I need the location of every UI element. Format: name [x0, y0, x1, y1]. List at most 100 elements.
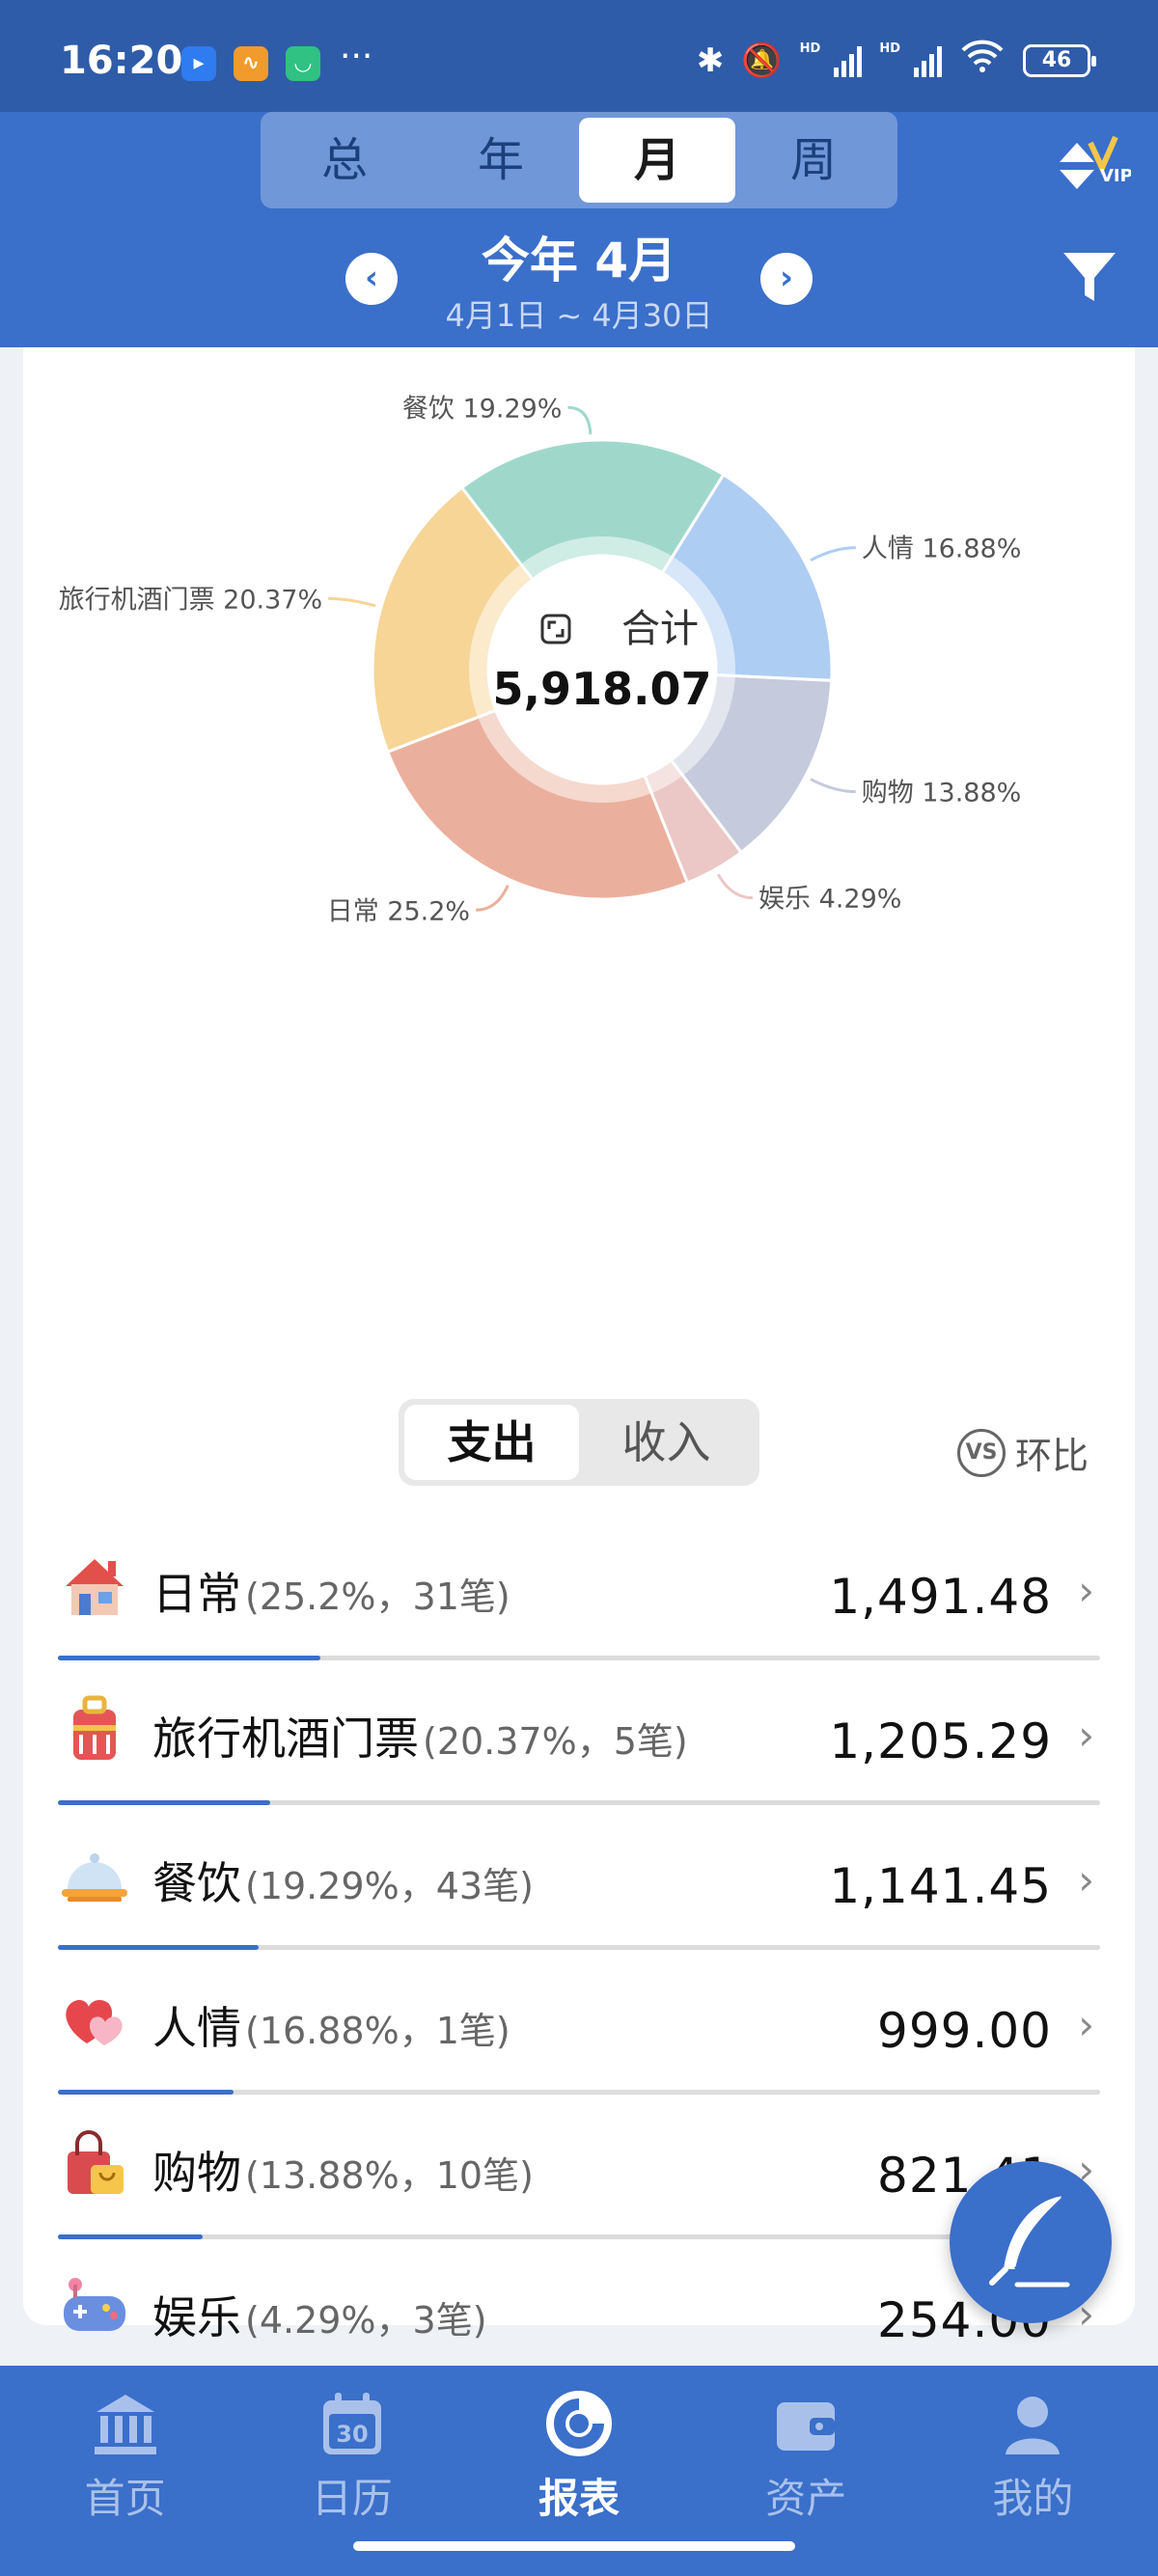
category-share-fill	[58, 2090, 234, 2095]
category-share-fill	[58, 1800, 270, 1805]
header: 16:20 ▸ ∿ ◡ ··· ✱ 🔕 HD HD 46 总 年 月 周 VIP	[0, 0, 1158, 347]
nav-assets-label: 资产	[765, 2475, 847, 2522]
category-share-fill	[58, 1945, 260, 1950]
category-share-bar	[58, 2090, 1100, 2095]
notification-app-icon: ∿	[234, 46, 268, 81]
category-donut-chart[interactable]: 旅行机酒门票 20.37% 餐饮 19.29% 人情 16.88% 购物 13.88%…	[23, 347, 1158, 1003]
hd-label: HD	[879, 41, 900, 56]
category-share-fill	[58, 2234, 203, 2239]
hd-label: HD	[799, 41, 821, 56]
period-range: 4月1日 ~ 4月30日	[445, 297, 713, 334]
donut-slice-label: 餐饮 19.29%	[402, 394, 563, 424]
donut-leader-line	[810, 546, 856, 562]
category-share-bar	[58, 2234, 1100, 2239]
donut-slice-label: 旅行机酒门票 20.37%	[59, 585, 323, 615]
category-row[interactable]: 日常 (25.2%，31笔) 1,491.48 ›	[58, 1534, 1100, 1679]
compare-button[interactable]: VS 环比	[957, 1426, 1089, 1479]
category-name: 旅行机酒门票	[152, 1713, 419, 1765]
category-name: 购物	[152, 2147, 241, 2199]
tab-year[interactable]: 年	[423, 118, 579, 203]
battery-icon: 46	[1023, 43, 1096, 77]
hearts-icon	[58, 1982, 131, 2055]
signal-icon	[834, 44, 863, 77]
quill-icon	[989, 2195, 1070, 2288]
chevron-right-icon: ›	[1078, 1856, 1094, 1904]
category-row[interactable]: 购物 (13.88%，10笔) 821.41 ›	[58, 2113, 1100, 2258]
tab-month[interactable]: 月	[579, 118, 735, 203]
category-meta: (19.29%，43笔)	[245, 1865, 534, 1907]
next-period-button[interactable]: ›	[760, 253, 813, 305]
income-tab[interactable]: 收入	[579, 1405, 754, 1480]
mute-icon: 🔕	[741, 41, 783, 80]
add-record-button[interactable]	[950, 2161, 1112, 2323]
nav-home-label: 首页	[84, 2475, 166, 2522]
wallet-icon	[777, 2402, 836, 2451]
calendar-icon: 30	[322, 2393, 381, 2454]
category-amount: 1,141.45	[829, 1858, 1052, 1914]
chevron-right-icon: ›	[779, 259, 793, 297]
signal-icon	[914, 44, 942, 77]
category-row[interactable]: 人情 (16.88%，1笔) 999.00 ›	[58, 1968, 1100, 2113]
notification-app-icon: ◡	[286, 46, 320, 81]
vip-label: VIP	[1100, 166, 1131, 186]
category-share-fill	[58, 1656, 321, 1660]
category-name: 娱乐	[152, 2291, 241, 2343]
donut-slice-label: 娱乐 4.29%	[758, 885, 901, 915]
nav-calendar-label: 日历	[311, 2475, 393, 2522]
category-name: 日常	[152, 1568, 241, 1620]
expense-income-toggle: 支出 收入	[399, 1399, 759, 1486]
house-icon	[58, 1548, 131, 1621]
category-row[interactable]: 旅行机酒门票 (20.37%，5笔) 1,205.29 ›	[58, 1679, 1100, 1823]
vip-icon[interactable]: VIP	[1054, 133, 1133, 201]
user-icon	[1006, 2397, 1061, 2454]
donut-leader-line	[476, 884, 510, 912]
nav-home[interactable]: 首页	[12, 2366, 238, 2576]
nav-profile[interactable]: 我的	[920, 2366, 1146, 2576]
category-meta: (25.2%，31笔)	[245, 1576, 510, 1618]
period-tabs: 总 年 月 周	[261, 112, 897, 208]
tab-week[interactable]: 周	[735, 118, 892, 203]
donut-leader-line	[328, 596, 376, 608]
donut-slice-label: 购物 13.88%	[862, 779, 1022, 808]
category-share-bar	[58, 1945, 1100, 1950]
expense-tab[interactable]: 支出	[404, 1405, 579, 1480]
filter-icon[interactable]	[1060, 247, 1119, 307]
donut-slice-label: 日常 25.2%	[327, 896, 470, 926]
category-name: 人情	[152, 2002, 241, 2054]
category-meta: (13.88%，10笔)	[245, 2154, 534, 2197]
home-indicator	[353, 2541, 795, 2551]
nav-profile-label: 我的	[992, 2475, 1074, 2522]
chevron-right-icon: ›	[1078, 2001, 1094, 2048]
category-share-bar	[58, 1656, 1100, 1660]
category-meta: (4.29%，3笔)	[245, 2299, 487, 2342]
more-notifications-icon: ···	[340, 37, 373, 76]
category-amount: 999.00	[877, 2003, 1052, 2059]
chevron-right-icon: ›	[1078, 1567, 1094, 1614]
shopping-bag-icon	[58, 2126, 131, 2200]
donut-leader-line	[567, 405, 593, 435]
vs-icon: VS	[957, 1428, 1006, 1477]
status-bar: 16:20 ▸ ∿ ◡ ··· ✱ 🔕 HD HD 46	[0, 0, 1158, 112]
donut-leader-line	[810, 778, 856, 794]
report-card: 旅行机酒门票 20.37% 餐饮 19.29% 人情 16.88% 购物 13.88%…	[23, 347, 1135, 2529]
category-share-bar	[58, 1800, 1100, 1805]
notification-app-icon: ▸	[181, 46, 216, 81]
donut-slice-label: 人情 16.88%	[862, 534, 1022, 564]
system-icons: ✱ 🔕 HD HD 46	[696, 39, 1096, 82]
category-meta: (16.88%，1笔)	[245, 2010, 510, 2052]
total-value: 5,918.07	[493, 663, 712, 715]
category-amount: 1,491.48	[829, 1569, 1052, 1625]
nav-report-label: 报表	[538, 2475, 620, 2522]
calendar-icon-text: 30	[336, 2421, 368, 2448]
category-row[interactable]: 餐饮 (19.29%，43笔) 1,141.45 ›	[58, 1823, 1100, 1968]
gamepad-icon	[58, 2271, 131, 2344]
chevron-right-icon: ›	[1078, 1712, 1094, 1759]
bluetooth-icon: ✱	[696, 41, 725, 80]
category-name: 餐饮	[152, 1857, 241, 1909]
food-cloche-icon	[58, 1837, 131, 1910]
bank-icon	[94, 2395, 156, 2454]
category-meta: (20.37%，5笔)	[423, 1720, 688, 1763]
tab-total[interactable]: 总	[266, 118, 423, 203]
chart-icon	[546, 2391, 612, 2456]
compare-label: 环比	[1015, 1435, 1089, 1477]
